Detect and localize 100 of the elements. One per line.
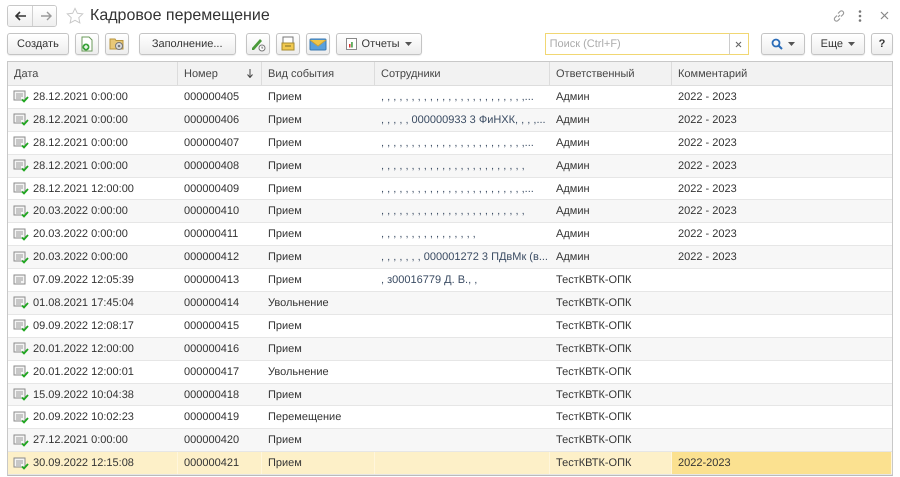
column-header[interactable]: Сотрудники [375, 62, 550, 85]
event-cell: Прием [268, 388, 302, 401]
event-cell: Прием [268, 320, 302, 332]
back-button[interactable] [8, 6, 32, 26]
date-cell: 15.09.2022 10:04:38 [33, 388, 134, 401]
date-cell: 20.03.2022 0:00:00 [33, 228, 128, 240]
event-cell: Увольнение [268, 366, 329, 378]
forward-arrow-icon [40, 10, 52, 20]
number-cell: 000000412 [184, 251, 240, 264]
help-button[interactable]: ? [871, 33, 893, 55]
responsible-cell: Админ [556, 228, 590, 240]
window-title: Кадровое перемещение [90, 6, 270, 24]
event-cell: Прием [268, 90, 302, 103]
number-cell: 000000414 [184, 296, 240, 309]
search-field[interactable]: Поиск (Ctrl+F) [544, 33, 729, 55]
comment-cell: 2022 - 2023 [678, 90, 737, 103]
comment-cell: 2022-2023 [678, 457, 731, 470]
responsible-cell: Админ [556, 114, 590, 126]
employees-cell: , , , , , , , , , , , , , , , , , , , , , , , ,... [381, 136, 534, 149]
number-cell: 000000417 [184, 366, 240, 378]
date-cell: 20.03.2022 0:00:00 [33, 251, 128, 264]
clear-button[interactable] [728, 33, 749, 55]
pen-clock-icon [250, 36, 266, 52]
event-cell: Прием [268, 434, 302, 446]
table-row[interactable]: 27.12.2021 0:00:00 000000420 Прием ТестКВТК-ОПК [8, 429, 892, 452]
table-row[interactable]: 28.12.2021 0:00:00 000000408 Прием , , , , , , , , , , , , , , , , , , , , , , , , Админ 2022 - 2023 [8, 154, 892, 178]
envelope-icon [308, 36, 327, 52]
responsible-cell: ТестКВТК-ОПК [556, 434, 632, 446]
event-cell: Прием [268, 182, 302, 194]
column-header[interactable]: Номер [178, 62, 262, 85]
responsible-cell: ТестКВТК-ОПК [556, 342, 632, 355]
table-row[interactable]: 20.01.2022 12:00:01 000000417 Увольнение ТестКВТК-ОПК [8, 360, 892, 384]
responsible-cell: ТестКВТК-ОПК [556, 296, 632, 309]
number-cell: 000000421 [184, 457, 240, 470]
employees-cell: , , , , , , , , , , , , , , , , [381, 228, 476, 240]
table-row[interactable]: 20.01.2022 12:00:00 000000416 Прием ТестКВТК-ОПК [8, 338, 892, 361]
number-cell: 000000406 [184, 114, 240, 126]
event-cell: Прием [268, 160, 302, 172]
event-cell: Перемещение [268, 411, 342, 424]
copy-document-button[interactable] [74, 33, 99, 55]
close-icon [735, 40, 742, 48]
date-cell: 07.09.2022 12:05:39 [33, 274, 134, 286]
number-cell: 000000410 [184, 205, 240, 218]
employees-cell: , , , , , , , , , , , , , , , , , , , , , , , , [381, 205, 525, 218]
back-arrow-icon [15, 10, 27, 20]
table-row[interactable]: 28.12.2021 0:00:00 000000406 Прием , , , , , 000000933 3 ФиНХК, , , ,... Админ 2022 - 2023 [8, 108, 892, 132]
fill-button[interactable]: Заполнение... [138, 33, 236, 55]
number-cell: 000000419 [184, 411, 240, 424]
event-cell: Прием [268, 136, 302, 149]
responsible-cell: ТестКВТК-ОПК [556, 320, 632, 332]
envelope-button[interactable] [306, 33, 330, 55]
table-row[interactable]: 01.08.2021 17:45:04 000000414 Увольнение ТестКВТК-ОПК [8, 292, 892, 315]
comment-cell: 2022 - 2023 [678, 114, 737, 126]
close-icon[interactable] [880, 11, 889, 20]
column-header[interactable]: Дата [8, 62, 178, 85]
table-row[interactable]: 20.03.2022 0:00:00 000000410 Прием , , , , , , , , , , , , , , , , , , , , , , , , Админ 2022 - 2023 [8, 200, 892, 224]
number-cell: 000000416 [184, 342, 240, 355]
event-cell: Прием [268, 457, 302, 470]
comment-cell: 2022 - 2023 [678, 182, 737, 194]
more-icon[interactable] [858, 8, 862, 22]
document-stack-icon [280, 36, 296, 52]
date-cell: 01.08.2021 17:45:04 [33, 296, 134, 309]
date-cell: 20.01.2022 12:00:01 [33, 366, 134, 378]
date-cell: 28.12.2021 0:00:00 [33, 90, 128, 103]
table-row[interactable]: 15.09.2022 10:04:38 000000418 Прием ТестКВТК-ОПК [8, 384, 892, 406]
column-header[interactable]: Комментарий [672, 62, 892, 85]
pen-clock-button[interactable] [246, 33, 270, 55]
number-cell: 000000409 [184, 182, 240, 194]
responsible-cell: ТестКВТК-ОПК [556, 366, 632, 378]
date-cell: 09.09.2022 12:08:17 [33, 320, 134, 332]
responsible-cell: Админ [556, 90, 590, 103]
table-row[interactable]: 20.03.2022 0:00:00 000000412 Прием , , , , , , , 000001272 3 ПДвМк (в... Админ 2022 - 2023 [8, 246, 892, 270]
caret-icon [848, 42, 855, 46]
column-header[interactable]: Ответственный [550, 62, 672, 85]
event-cell: Увольнение [268, 296, 329, 309]
employees-cell: , , , , , 000000933 3 ФиНХК, , , ,... [381, 114, 546, 126]
responsible-cell: ТестКВТК-ОПК [556, 457, 632, 470]
more-button[interactable]: Еще [810, 33, 865, 55]
responsible-cell: Админ [556, 160, 590, 172]
table-row[interactable]: 30.09.2022 12:15:08 000000421 Прием ТестКВТК-ОПК 2022-2023 [8, 452, 892, 476]
link-icon[interactable] [832, 8, 846, 22]
date-cell: 28.12.2021 0:00:00 [33, 114, 128, 126]
document-stack-button[interactable] [276, 33, 300, 55]
responsible-cell: ТестКВТК-ОПК [556, 388, 632, 401]
date-cell: 20.09.2022 10:02:23 [33, 411, 134, 424]
document-plus-icon [80, 36, 94, 52]
caret-icon [404, 42, 412, 46]
caret-icon [788, 42, 795, 46]
comment-cell: 2022 - 2023 [678, 160, 737, 172]
comment-cell: 2022 - 2023 [678, 136, 737, 149]
reports-button[interactable]: Отчеты [336, 33, 422, 55]
table-row[interactable]: 28.12.2021 12:00:00 000000409 Прием , , , , , , , , , , , , , , , , , , , , , , , ,... Админ 2022 - 2023 [8, 178, 892, 200]
create-button[interactable]: Создать [7, 33, 69, 55]
folder-settings-button[interactable] [104, 33, 129, 55]
column-header[interactable]: Вид события [262, 62, 375, 85]
star-icon[interactable] [66, 6, 84, 24]
event-cell: Прием [268, 274, 302, 286]
search-button[interactable] [760, 33, 805, 55]
number-cell: 000000407 [184, 136, 240, 149]
comment-cell: 2022 - 2023 [678, 251, 737, 264]
